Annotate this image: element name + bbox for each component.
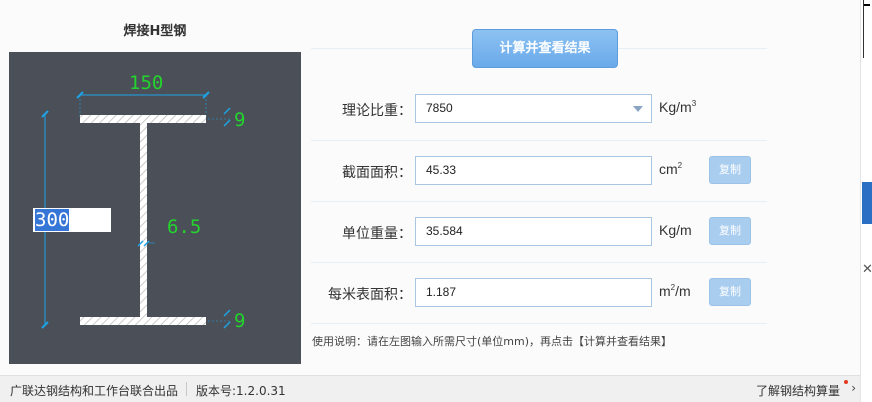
weight-unit: Kg/m (659, 222, 692, 238)
section-type-title: 焊接H型钢 (123, 24, 187, 39)
chevron-right-icon[interactable]: › (851, 381, 856, 395)
copy-weight-button[interactable]: 复制 (709, 217, 751, 245)
bottom-flange (80, 317, 206, 325)
density-value: 7850 (426, 101, 453, 115)
surface-field[interactable]: 1.187 (415, 278, 652, 307)
chevron-down-icon[interactable] (633, 106, 643, 112)
density-select[interactable]: 7850 (415, 94, 652, 123)
copy-surface-button[interactable]: 复制 (709, 278, 751, 306)
top-flange-dimension[interactable]: 9 (234, 109, 245, 131)
surface-label: 每米表面积： (328, 287, 412, 303)
usage-instructions: 使用说明：请在左图输入所需尺寸(单位mm)，再点击【计算并查看结果】 (312, 335, 673, 348)
close-icon[interactable]: ✕ (862, 262, 872, 277)
area-field[interactable]: 45.33 (415, 156, 652, 185)
height-input[interactable]: 300 (33, 208, 111, 232)
density-label: 理论比重： (342, 103, 412, 119)
width-dimension[interactable]: 150 (129, 72, 163, 94)
background-window-edge (864, 4, 870, 6)
divider (311, 262, 767, 263)
version-text: 版本号:1.2.0.31 (196, 384, 286, 398)
area-label: 截面面积： (342, 165, 412, 181)
divider (186, 382, 187, 396)
top-flange (80, 115, 206, 123)
bottom-flange-dimension[interactable]: 9 (234, 310, 245, 332)
divider (311, 323, 767, 324)
weight-field[interactable]: 35.584 (415, 217, 652, 246)
background-window-edge (862, 182, 872, 224)
weight-label: 单位重量： (342, 226, 412, 242)
learn-more-link[interactable]: 了解钢结构算量 (756, 382, 840, 399)
copy-area-button[interactable]: 复制 (709, 156, 751, 184)
web (140, 123, 147, 317)
status-bar: 广联达钢结构和工作台联合出品 版本号:1.2.0.31 了解钢结构算量 › (0, 375, 860, 402)
calculator-window: 焊接H型钢 150 9 9 6.5 300 计算并查看结果 理论比重： 7850… (0, 0, 860, 402)
divider (311, 201, 767, 202)
h-beam-drawing: 150 9 9 6.5 300 (9, 52, 301, 364)
credits-text: 广联达钢结构和工作台联合出品 (10, 384, 179, 398)
density-unit: Kg/m3 (659, 99, 697, 115)
area-unit: cm2 (659, 161, 683, 177)
surface-unit: m2/m (659, 283, 691, 299)
height-value: 300 (35, 209, 70, 231)
calculate-button[interactable]: 计算并查看结果 (472, 29, 618, 68)
divider (311, 140, 767, 141)
notification-dot-icon (844, 380, 848, 384)
background-window-edge (863, 0, 872, 58)
web-dimension[interactable]: 6.5 (167, 216, 201, 238)
